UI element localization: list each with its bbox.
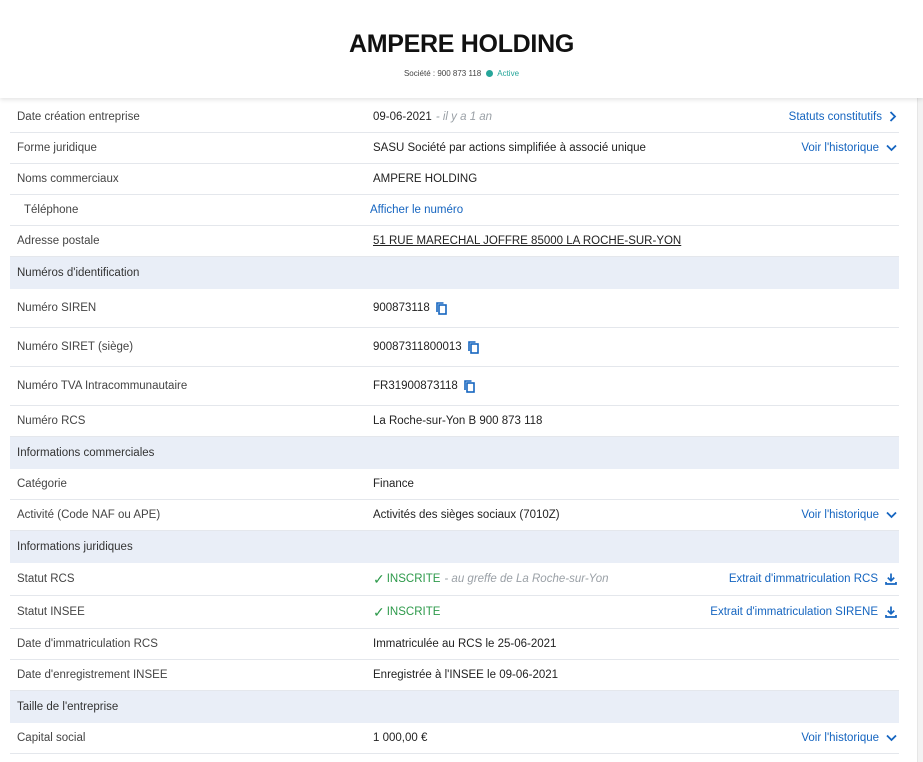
section-title: Informations commerciales bbox=[17, 446, 155, 459]
row-value: La Roche-sur-Yon B 900 873 118 bbox=[373, 415, 543, 427]
row-capital: Capital social 1 000,00 € Voir l'histori… bbox=[10, 723, 899, 754]
creation-date: 09-06-2021 bbox=[373, 110, 432, 123]
row-adresse: Adresse postale 51 RUE MARECHAL JOFFRE 8… bbox=[10, 226, 899, 257]
row-value: Finance bbox=[373, 478, 414, 490]
chevron-down-icon bbox=[886, 144, 897, 152]
section-commerciales: Informations commerciales bbox=[10, 437, 899, 469]
row-label: Statut INSEE bbox=[17, 606, 85, 618]
section-taille: Taille de l'entreprise bbox=[10, 691, 899, 723]
company-subtitle: Société : 900 873 118 Active bbox=[0, 69, 923, 78]
status-badge: ✓ INSCRITE bbox=[373, 605, 440, 619]
row-value: 90087311800013 bbox=[373, 328, 479, 366]
action-label: Voir l'historique bbox=[801, 142, 879, 154]
row-label: Date d'enregistrement INSEE bbox=[17, 669, 168, 681]
section-title: Numéros d'identification bbox=[17, 266, 140, 279]
row-statut-insee: Statut INSEE ✓ INSCRITE Extrait d'immatr… bbox=[10, 596, 899, 629]
section-title: Taille de l'entreprise bbox=[17, 700, 119, 713]
status-text: INSCRITE bbox=[386, 573, 441, 585]
row-telephone: Téléphone Afficher le numéro bbox=[10, 195, 899, 226]
row-label: Adresse postale bbox=[17, 235, 100, 247]
copy-icon[interactable] bbox=[467, 340, 479, 354]
extrait-sirene-download[interactable]: Extrait d'immatriculation SIRENE bbox=[710, 596, 897, 628]
company-header: AMPERE HOLDING Société : 900 873 118 Act… bbox=[0, 0, 923, 98]
row-label: Téléphone bbox=[24, 204, 79, 216]
row-date-rcs: Date d'immatriculation RCS Immatriculée … bbox=[10, 629, 899, 660]
action-label: Voir l'historique bbox=[801, 732, 879, 744]
row-value: AMPERE HOLDING bbox=[373, 173, 478, 185]
row-rcs: Numéro RCS La Roche-sur-Yon B 900 873 11… bbox=[10, 406, 899, 437]
row-siret: Numéro SIRET (siège) 90087311800013 bbox=[10, 328, 899, 367]
row-label: Noms commerciaux bbox=[17, 173, 119, 185]
status-dot-icon bbox=[486, 70, 494, 77]
row-label: Capital social bbox=[17, 732, 86, 744]
row-value: 09-06-2021 - il y a 1 an bbox=[373, 101, 492, 132]
row-label: Numéro SIRET (siège) bbox=[17, 341, 134, 353]
row-value: FR31900873118 bbox=[373, 367, 475, 405]
afficher-numero-link[interactable]: Afficher le numéro bbox=[370, 204, 463, 216]
row-label: Date d'immatriculation RCS bbox=[17, 638, 158, 650]
scrollbar[interactable] bbox=[917, 98, 923, 762]
row-value: 1 000,00 € bbox=[373, 732, 428, 744]
row-categorie: Catégorie Finance bbox=[10, 469, 899, 500]
row-date-creation: Date création entreprise 09-06-2021 - il… bbox=[10, 101, 899, 133]
row-value: 51 RUE MARECHAL JOFFRE 85000 LA ROCHE-SU… bbox=[373, 226, 681, 256]
row-value: ✓ INSCRITE bbox=[373, 596, 440, 628]
check-icon: ✓ bbox=[373, 604, 385, 620]
row-label: Catégorie bbox=[17, 478, 67, 490]
row-noms-commerciaux: Noms commerciaux AMPERE HOLDING bbox=[10, 164, 899, 195]
voir-historique-forme-button[interactable]: Voir l'historique bbox=[801, 133, 897, 163]
download-icon bbox=[885, 606, 897, 618]
siret-value: 90087311800013 bbox=[373, 341, 462, 353]
chevron-down-icon bbox=[886, 511, 897, 519]
row-label: Numéro RCS bbox=[17, 415, 86, 427]
action-label: Statuts constitutifs bbox=[788, 110, 882, 123]
section-juridiques: Informations juridiques bbox=[10, 531, 899, 563]
row-value: SASU Société par actions simplifiée à as… bbox=[373, 142, 646, 154]
extrait-rcs-download[interactable]: Extrait d'immatriculation RCS bbox=[729, 563, 897, 595]
row-date-insee: Date d'enregistrement INSEE Enregistrée … bbox=[10, 660, 899, 691]
copy-icon[interactable] bbox=[435, 301, 447, 315]
siren-caption: Société : 900 873 118 bbox=[403, 69, 482, 78]
action-label: Extrait d'immatriculation SIRENE bbox=[710, 606, 878, 618]
row-label: Numéro SIREN bbox=[17, 302, 97, 314]
row-value: 900873118 bbox=[373, 289, 447, 327]
company-info-table: Date création entreprise 09-06-2021 - il… bbox=[10, 101, 899, 754]
chevron-down-icon bbox=[886, 734, 897, 742]
row-tva: Numéro TVA Intracommunautaire FR31900873… bbox=[10, 367, 899, 406]
download-icon bbox=[885, 573, 897, 585]
row-label: Date création entreprise bbox=[17, 110, 140, 123]
row-siren: Numéro SIREN 900873118 bbox=[10, 289, 899, 328]
row-label: Forme juridique bbox=[17, 142, 97, 154]
row-forme-juridique: Forme juridique SASU Société par actions… bbox=[10, 133, 899, 164]
siren-value: 900873118 bbox=[373, 302, 430, 314]
address-link[interactable]: 51 RUE MARECHAL JOFFRE 85000 LA ROCHE-SU… bbox=[373, 235, 681, 247]
row-value: Enregistrée à l'INSEE le 09-06-2021 bbox=[373, 669, 559, 681]
action-label: Voir l'historique bbox=[801, 509, 879, 521]
row-activite: Activité (Code NAF ou APE) Activités des… bbox=[10, 500, 899, 531]
row-value: Activités des sièges sociaux (7010Z) bbox=[373, 509, 560, 521]
chevron-right-icon bbox=[889, 111, 897, 122]
copy-icon[interactable] bbox=[464, 379, 475, 393]
status-text: INSCRITE bbox=[386, 606, 441, 618]
row-value: Immatriculée au RCS le 25-06-2021 bbox=[373, 638, 557, 650]
row-value: Afficher le numéro bbox=[370, 195, 463, 225]
action-label: Extrait d'immatriculation RCS bbox=[728, 573, 878, 585]
section-title: Informations juridiques bbox=[17, 540, 133, 553]
voir-historique-capital-button[interactable]: Voir l'historique bbox=[801, 723, 897, 753]
section-identification: Numéros d'identification bbox=[10, 257, 899, 289]
row-label: Activité (Code NAF ou APE) bbox=[17, 509, 161, 521]
greffe-hint: - au greffe de La Roche-sur-Yon bbox=[444, 573, 609, 585]
row-statut-rcs: Statut RCS ✓ INSCRITE - au greffe de La … bbox=[10, 563, 899, 596]
row-label: Numéro TVA Intracommunautaire bbox=[17, 380, 188, 392]
creation-age: - il y a 1 an bbox=[435, 110, 493, 123]
statuts-constitutifs-link[interactable]: Statuts constitutifs bbox=[789, 101, 897, 132]
check-icon: ✓ bbox=[373, 571, 385, 587]
company-name: AMPERE HOLDING bbox=[349, 30, 574, 58]
row-value: ✓ INSCRITE - au greffe de La Roche-sur-Y… bbox=[373, 563, 609, 595]
status-badge: Active bbox=[497, 69, 520, 78]
status-badge: ✓ INSCRITE bbox=[373, 572, 440, 586]
row-label: Statut RCS bbox=[17, 573, 75, 585]
voir-historique-activite-button[interactable]: Voir l'historique bbox=[801, 500, 897, 530]
tva-value: FR31900873118 bbox=[373, 380, 458, 392]
